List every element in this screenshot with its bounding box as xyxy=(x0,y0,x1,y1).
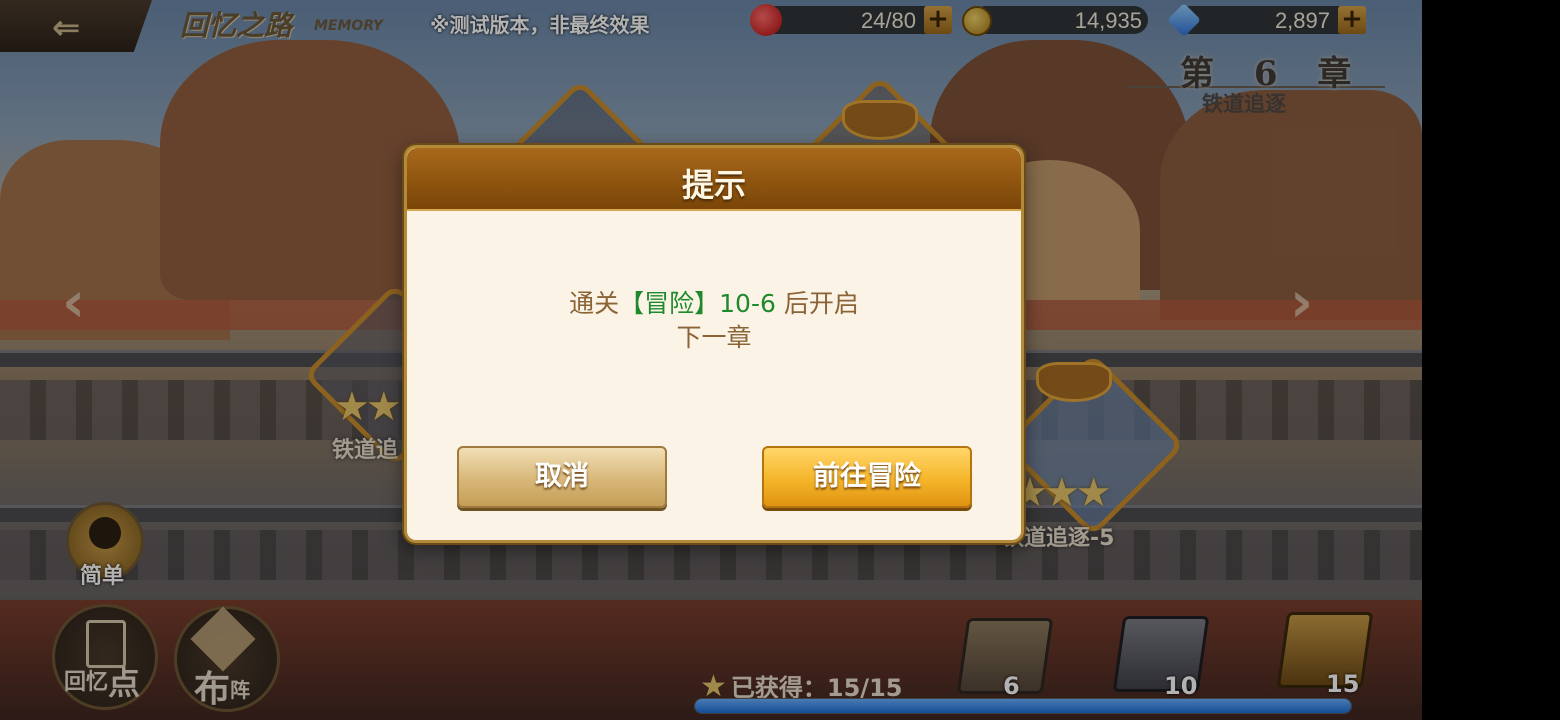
letterbox-bar xyxy=(1422,0,1560,720)
message-prefix: 通关 xyxy=(569,289,620,318)
game-screen: ⇐ 回忆之路 MEMORY ※测试版本，非最终效果 24/80 + 14,935… xyxy=(0,0,1422,720)
prompt-dialog: 提示 通关【冒险】10-6 后开启 下一章 取消 前往冒险 xyxy=(404,145,1024,543)
cancel-button[interactable]: 取消 xyxy=(457,446,667,508)
message-stage-highlight: 【冒险】10-6 xyxy=(619,289,776,318)
dialog-header: 提示 xyxy=(407,148,1021,211)
dialog-message: 通关【冒险】10-6 后开启 xyxy=(407,284,1021,320)
message-suffix: 后开启 xyxy=(775,289,859,318)
go-adventure-button[interactable]: 前往冒险 xyxy=(762,446,972,508)
dialog-message-line2: 下一章 xyxy=(676,323,752,352)
dialog-title: 提示 xyxy=(681,166,746,204)
